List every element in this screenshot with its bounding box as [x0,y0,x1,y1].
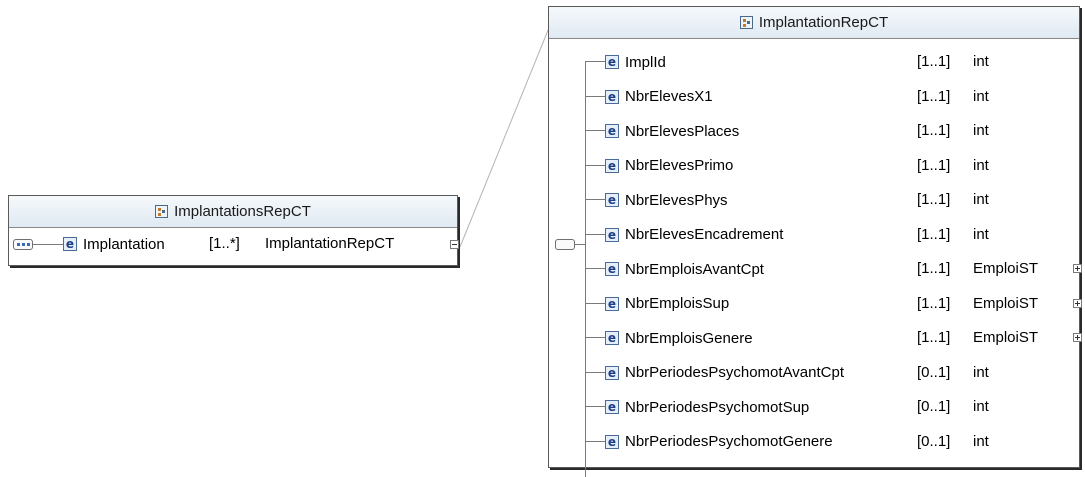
element-occurrence: [1..1] [917,294,951,312]
element-nbrperiodespsychomotavantcpt[interactable]: e NbrPeriodesPsychomotAvantCpt [605,363,844,383]
element-nbrelevesplaces[interactable]: e NbrElevesPlaces [605,121,739,141]
connector-line [33,244,63,245]
element-occurrence: [1..*] [209,235,240,252]
connector-line [585,233,605,235]
element-type: int [973,87,989,105]
element-occurrence: [0..1] [917,363,951,381]
collapse-icon[interactable] [450,240,459,249]
element-type: int [973,363,989,381]
element-occurrence: [1..1] [917,260,951,277]
element-type: int [973,156,989,174]
element-occurrence: [1..1] [917,225,951,243]
element-name: NbrElevesPhys [625,191,728,209]
element-type: int [973,191,989,208]
element-type: int [973,122,989,139]
element-name: Implantation [83,235,165,253]
element-name: NbrPeriodesPsychomotSup [625,398,810,416]
element-nbrperiodespsychomotsup[interactable]: e NbrPeriodesPsychomotSup [605,397,809,417]
connector-line [585,164,605,166]
element-name: NbrEmploisSup [625,295,730,312]
element-occurrence: [1..1] [917,329,951,346]
element-name: NbrPeriodesPsychomotGenere [625,433,833,450]
connector-line [585,61,586,477]
element-icon: e [605,365,619,380]
element-icon: e [605,158,619,173]
connector-line [575,244,585,245]
element-icon: e [605,262,619,276]
element-type: EmploiST [973,294,1039,312]
connector-line [585,406,605,407]
element-occurrence: [0..1] [917,432,951,450]
complex-type-implantationsrepct[interactable]: ImplantationsRepCT e Implantation [1..*]… [8,195,459,266]
element-icon: e [63,237,77,251]
element-name: NbrElevesPrimo [625,157,734,174]
element-icon: e [605,434,619,449]
element-occurrence: [1..1] [917,53,951,70]
connector-line [585,302,605,304]
element-nbremploissup[interactable]: e NbrEmploisSup [605,294,729,314]
complex-type-title: ImplantationRepCT [758,14,889,31]
element-icon: e [605,400,619,414]
element-occurrence: [0..1] [917,398,951,415]
element-icon: e [605,331,619,345]
expand-icon[interactable] [1073,333,1082,342]
connector-line [585,95,605,97]
element-type: int [973,432,989,450]
complex-type-header: ImplantationsRepCT [9,196,457,228]
connector-line [585,268,605,269]
element-icon: e [605,124,619,138]
element-name: NbrEmploisAvantCpt [625,260,764,278]
element-nbrperiodespsychomotgenere[interactable]: e NbrPeriodesPsychomotGenere [605,432,833,452]
element-name: NbrPeriodesPsychomotAvantCpt [625,364,844,381]
element-implantation[interactable]: e Implantation [63,234,165,254]
element-name: ImplId [625,53,666,71]
element-occurrence: [1..1] [917,87,951,105]
element-occurrence: [1..1] [917,122,951,139]
element-occurrence: [1..1] [917,191,951,208]
element-icon: e [605,227,619,242]
sequence-icon[interactable] [13,239,33,250]
connector-line [585,130,605,131]
complex-type-icon [155,205,169,218]
element-name: NbrElevesX1 [625,88,713,105]
element-type: int [973,225,989,243]
connector-line [585,199,605,200]
complex-type-icon [739,16,753,29]
element-name: NbrEmploisGenere [625,329,753,347]
expand-icon[interactable] [1073,298,1082,308]
element-name: NbrElevesPlaces [625,122,740,140]
element-icon: e [605,55,619,69]
element-type: int [973,53,989,70]
element-icon: e [605,193,619,207]
connector-line [585,440,605,442]
element-name: NbrElevesEncadrement [625,226,784,243]
element-occurrence: [1..1] [917,156,951,174]
element-nbremploisavantcpt[interactable]: e NbrEmploisAvantCpt [605,259,764,279]
element-type: ImplantationRepCT [265,235,395,252]
connector-line [585,337,605,338]
connector-line [585,61,605,62]
complex-type-header: ImplantationRepCT [549,7,1079,39]
element-icon: e [605,296,619,311]
element-implid[interactable]: e ImplId [605,52,666,72]
complex-type-title: ImplantationsRepCT [174,203,311,220]
element-nbremploisgenere[interactable]: e NbrEmploisGenere [605,328,753,348]
complex-type-implantationrepct[interactable]: ImplantationRepCT e ImplId [1..1] int e NbrEl… [548,6,1082,477]
element-nbrelevesencadrement[interactable]: e NbrElevesEncadrement [605,225,783,245]
element-icon: e [605,89,619,104]
sequence-icon[interactable] [555,239,575,250]
element-nbrelevesx1[interactable]: e NbrElevesX1 [605,87,713,107]
element-type: EmploiST [973,260,1039,277]
element-nbrelevesprimo[interactable]: e NbrElevesPrimo [605,156,733,176]
element-nbrelevesphys[interactable]: e NbrElevesPhys [605,190,728,210]
element-type: EmploiST [973,329,1039,346]
element-type: int [973,398,989,415]
expand-icon[interactable] [1073,264,1082,273]
connector-line [585,371,605,373]
